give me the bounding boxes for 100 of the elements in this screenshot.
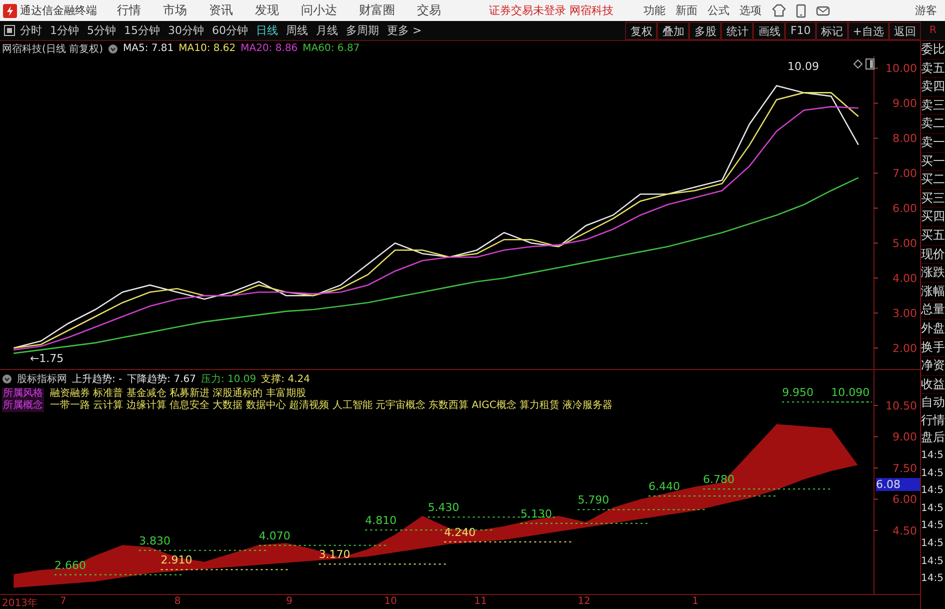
axis-tick-label: 7.50	[892, 462, 917, 475]
period-tab[interactable]: 15分钟	[124, 23, 160, 38]
axis-tick-label: 5.00	[892, 237, 917, 250]
concept-text: 一带一路 云计算 边缘计算 信息安全 大数据 数据中心 超清视频 人工智能 元宇宙概念 东数西算 AIGC概念 算力租赁 液冷服务器	[50, 400, 613, 412]
price-label: 10.09	[788, 60, 820, 73]
quote-label: 买四	[921, 208, 945, 227]
period-tab[interactable]: 周线	[286, 23, 308, 38]
quote-label: 卖二	[921, 115, 945, 134]
mode-label[interactable]: 行情	[921, 412, 945, 430]
indicator-value: 下降趋势: 7.67	[127, 372, 196, 386]
axis-tick-label: 6.00	[892, 202, 917, 216]
period-tab[interactable]: 更多 >	[387, 23, 422, 38]
concept-text: 融资融券 标准普 基金减仓 私募新进 深股通标的 丰富期股	[50, 388, 307, 400]
phone-icon	[796, 4, 806, 18]
mode-label[interactable]: 自动	[921, 394, 945, 412]
toolbar-button[interactable]: +自选	[848, 22, 889, 40]
quote-label: 涨幅	[921, 282, 945, 302]
quote-label: 外盘	[921, 320, 945, 338]
quote-label: 净资	[921, 357, 945, 376]
toolbar-item[interactable]: 功能	[644, 3, 666, 18]
time-label: 14:5	[921, 572, 944, 586]
axis-tick-label: 4.00	[892, 272, 917, 286]
period-tab[interactable]: 1分钟	[50, 23, 79, 38]
indicator-value: 支撑: 4.24	[261, 372, 310, 386]
period-tab[interactable]: 月线	[316, 23, 338, 38]
price-label: 5.430	[428, 501, 460, 514]
menu-item[interactable]: 市场	[163, 2, 187, 19]
axis-tick-label: 10.00	[886, 62, 917, 76]
toolbar-button[interactable]: 返回	[889, 22, 921, 40]
toolbar-button[interactable]: 标记	[816, 22, 848, 40]
quote-label: 总量	[921, 301, 945, 320]
toolbar-button[interactable]: 复权	[625, 22, 658, 40]
indicator-title: 股标指标网	[17, 372, 67, 386]
circle-icon	[2, 374, 12, 384]
price-label: 5.130	[520, 507, 552, 520]
period-tab[interactable]: 分时	[20, 23, 42, 38]
axis-tick-label: 10.50	[886, 399, 917, 412]
indicator-value: MA60: 6.87	[302, 43, 360, 54]
period-tab[interactable]: 60分钟	[212, 23, 248, 38]
quote-label: 涨跌	[921, 264, 945, 283]
app-title: 通达信金融终端	[20, 3, 97, 18]
indicator-value: MA20: 8.86	[240, 43, 298, 54]
period-tab[interactable]: 日线	[256, 23, 278, 38]
quote-label: 卖四	[921, 78, 945, 97]
price-label: 4.070	[258, 529, 290, 542]
toolbar-item[interactable]: 选项	[740, 3, 762, 18]
current-value-label: 6.08	[876, 478, 920, 491]
price-label: 3.170	[318, 548, 350, 562]
mode-label[interactable]: 盘后	[921, 429, 945, 448]
indicator-value: 上升趋势: -	[72, 372, 122, 386]
quote-label: 卖一	[921, 134, 945, 153]
envelope-icon	[816, 4, 830, 16]
price-label: 4.810	[365, 514, 397, 527]
menu-item[interactable]: 问小达	[301, 2, 337, 19]
corner-label: R	[928, 25, 938, 36]
toolbar-button[interactable]: 画线	[753, 22, 786, 40]
price-label: 10.090	[831, 386, 870, 400]
indicator-value: 压力: 10.09	[200, 372, 256, 386]
quote-label: 换手	[921, 338, 945, 358]
axis-tick-label: 12	[578, 596, 590, 607]
time-label: 14:5	[921, 484, 944, 498]
diamond-icon	[853, 59, 863, 69]
period-tab[interactable]: 30分钟	[168, 23, 204, 38]
axis-tick-label: 8.00	[892, 132, 917, 146]
time-label: 14:5	[921, 519, 944, 534]
quote-label: 买二	[921, 171, 945, 190]
axis-tick-label: 10	[384, 596, 397, 607]
period-tab[interactable]: 5分钟	[87, 23, 116, 38]
price-label: ←1.75	[30, 352, 64, 365]
toolbar-button[interactable]: 多股	[689, 22, 722, 40]
quote-label: 委比	[921, 41, 945, 60]
period-tab[interactable]: 多周期	[346, 23, 379, 38]
toolbar-button[interactable]: 统计	[721, 22, 754, 40]
quote-label: 收益	[921, 376, 945, 394]
menu-item[interactable]: 资讯	[209, 2, 233, 19]
logo-icon	[3, 4, 17, 18]
axis-tick-label: 8	[174, 596, 181, 607]
axis-tick-label: 2.00	[892, 342, 917, 356]
user-label[interactable]: 游客	[915, 3, 937, 18]
menu-item[interactable]: 发现	[255, 2, 279, 19]
square-icon	[4, 25, 15, 36]
toolbar-item[interactable]: 新面	[676, 3, 698, 18]
price-label: 9.950	[782, 386, 814, 400]
circle-icon	[108, 44, 118, 54]
indicator-value: MA5: 7.81	[122, 43, 174, 54]
quote-label: 卖五	[921, 60, 945, 78]
price-label: 5.790	[578, 494, 610, 507]
axis-tick-label: 3.00	[892, 307, 917, 320]
menu-item[interactable]: 交易	[417, 2, 441, 19]
menu-item[interactable]: 行情	[117, 2, 141, 19]
axis-tick-label: 7.00	[892, 167, 917, 180]
axis-tick-label: 9.00	[892, 97, 917, 110]
chart-title: 网宿科技(日线 前复权)	[2, 42, 103, 56]
quote-label: 买五	[921, 226, 945, 246]
menu-item[interactable]: 财富圈	[359, 2, 395, 19]
tag-label: 所属概念	[3, 400, 43, 412]
toolbar-button[interactable]: F10	[785, 22, 816, 40]
time-label: 14:5	[921, 449, 944, 464]
toolbar-item[interactable]: 公式	[708, 3, 730, 18]
toolbar-button[interactable]: 叠加	[657, 22, 690, 40]
